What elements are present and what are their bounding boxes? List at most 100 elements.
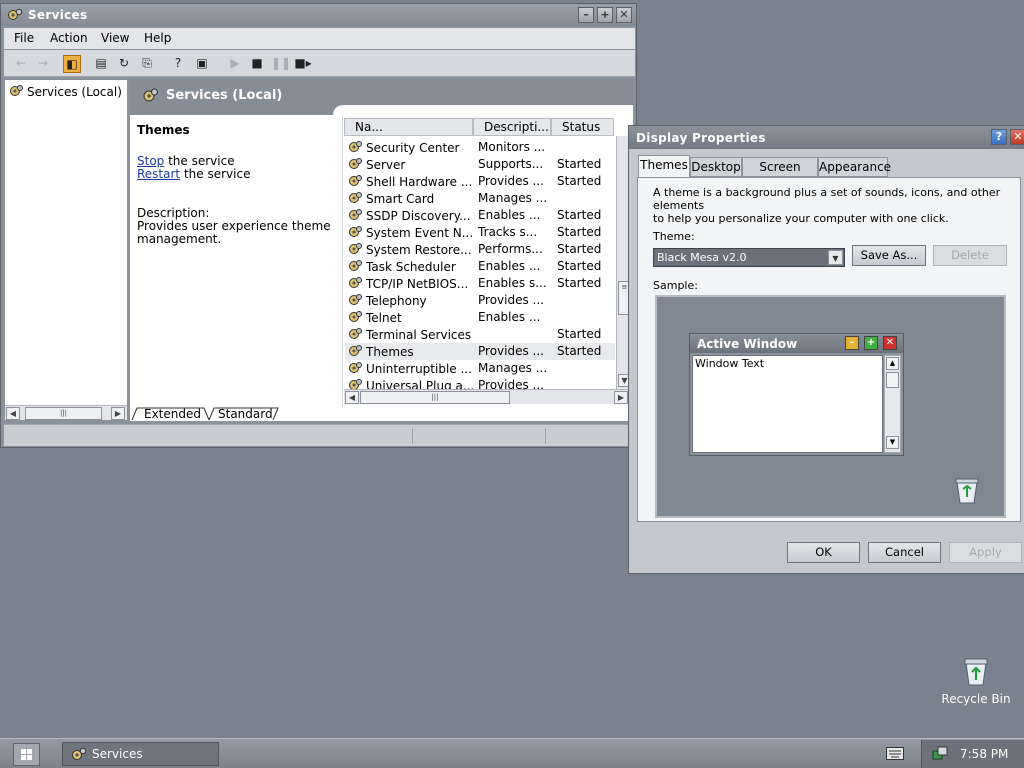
taskbar-services-button[interactable]: Services: [62, 742, 219, 766]
service-description: Enables ...: [478, 259, 541, 273]
service-name-text: Terminal Services: [366, 328, 472, 342]
service-status: Started: [557, 327, 602, 341]
desktop-recycle-bin[interactable]: Recycle Bin: [938, 655, 1014, 706]
display-properties-titlebar[interactable]: Display Properties ? ✕: [629, 126, 1024, 149]
cancel-button[interactable]: Cancel: [868, 542, 941, 563]
help-icon[interactable]: ?: [169, 55, 187, 73]
service-name: Smart Card: [348, 191, 434, 206]
tab-desktop[interactable]: Desktop: [690, 157, 742, 177]
recycle-bin-label: Recycle Bin: [941, 692, 1011, 706]
table-row[interactable]: Shell Hardware ... Provides ... Started: [345, 173, 615, 190]
ok-button[interactable]: OK: [787, 542, 860, 563]
selected-service-name: Themes: [137, 123, 190, 137]
table-row[interactable]: Uninterruptible ... Manages ...: [345, 360, 615, 377]
table-row[interactable]: SSDP Discovery... Enables ... Started: [345, 207, 615, 224]
help-button[interactable]: ?: [991, 129, 1007, 145]
service-description: Performs...: [478, 242, 543, 256]
description-line1: Provides user experience theme: [137, 219, 331, 233]
stop-link[interactable]: Stop: [137, 154, 164, 168]
apply-button[interactable]: Apply: [949, 542, 1022, 563]
chevron-down-icon[interactable]: ▼: [828, 250, 843, 265]
tab-extended[interactable]: Extended: [144, 407, 201, 421]
gear-icon: [349, 345, 362, 356]
gear-icon: [349, 192, 362, 203]
table-row[interactable]: TCP/IP NetBIOS... Enables s... Started: [345, 275, 615, 292]
column-header-description[interactable]: Descripti...: [473, 118, 551, 136]
help-icon: ?: [995, 130, 1003, 143]
service-status: Started: [557, 157, 602, 171]
sample-label: Sample:: [653, 279, 698, 292]
scroll-thumb[interactable]: |||: [25, 407, 102, 420]
pause-service-icon[interactable]: ❚❚: [271, 55, 291, 73]
sample-recycle-bin-icon: [955, 478, 979, 504]
tree-hscroll[interactable]: ◀ ||| ▶: [5, 405, 127, 420]
stop-service-icon[interactable]: ■: [248, 55, 266, 73]
maximize-button[interactable]: +: [597, 7, 613, 23]
tab-standard[interactable]: Standard: [218, 407, 273, 421]
scroll-left-icon[interactable]: ◀: [6, 407, 20, 420]
minimize-button[interactable]: –: [578, 7, 594, 23]
tab-themes[interactable]: Themes: [638, 155, 690, 178]
service-description: Provides ...: [478, 174, 544, 188]
delete-button[interactable]: Delete: [933, 245, 1007, 266]
themes-intro-line2: to help you personalize your computer wi…: [653, 212, 949, 225]
sample-scrollbar: ▲ ▼: [884, 355, 901, 453]
start-service-icon[interactable]: ▶: [226, 55, 244, 73]
service-name: System Event N...: [348, 225, 473, 240]
network-icon[interactable]: [932, 746, 948, 761]
restart-link[interactable]: Restart: [137, 167, 180, 181]
export-list-icon[interactable]: ⎘: [138, 55, 156, 73]
forward-icon[interactable]: →: [34, 55, 52, 73]
service-description: Supports...: [478, 157, 544, 171]
column-header-name[interactable]: Na...: [344, 118, 473, 136]
recycle-bin-icon: [964, 658, 988, 686]
themes-intro-line1: A theme is a background plus a set of so…: [653, 186, 1001, 212]
save-as-button[interactable]: Save As...: [852, 245, 926, 266]
table-row[interactable]: Task Scheduler Enables ... Started: [345, 258, 615, 275]
list-hscroll-thumb[interactable]: |||: [360, 391, 510, 404]
table-row[interactable]: Server Supports... Started: [345, 156, 615, 173]
properties-icon[interactable]: ▤: [92, 55, 110, 73]
console-icon[interactable]: ▣: [193, 55, 211, 73]
theme-sample-preview: Active Window – + ✕ Window Text ▲ ▼: [655, 295, 1006, 518]
column-header-status[interactable]: Status: [551, 118, 614, 136]
tab-screen-saver[interactable]: Screen Saver: [742, 157, 818, 192]
table-row[interactable]: Smart Card Manages ...: [345, 190, 615, 207]
keyboard-icon[interactable]: [886, 747, 904, 760]
table-row[interactable]: Telephony Provides ...: [345, 292, 615, 309]
service-status: Started: [557, 208, 602, 222]
table-row[interactable]: System Restore... Performs... Started: [345, 241, 615, 258]
list-hscroll[interactable]: ◀ ||| ▶: [344, 389, 632, 404]
dp-close-button[interactable]: ✕: [1010, 129, 1024, 145]
tab-appearance[interactable]: Appearance: [818, 157, 891, 177]
service-name-text: Task Scheduler: [366, 260, 456, 274]
service-name: Telnet: [348, 310, 402, 325]
table-row[interactable]: System Event N... Tracks s... Started: [345, 224, 615, 241]
show-hide-tree-icon[interactable]: ◧: [63, 55, 81, 73]
service-name: Server: [348, 157, 405, 172]
service-name: Task Scheduler: [348, 259, 456, 274]
clock[interactable]: 7:58 PM: [960, 747, 1008, 761]
list-scroll-left-icon[interactable]: ◀: [345, 391, 359, 404]
menu-file[interactable]: File: [14, 31, 34, 45]
close-button[interactable]: ✕: [616, 7, 632, 23]
sample-window-client: Window Text: [692, 355, 883, 453]
refresh-icon[interactable]: ↻: [115, 55, 133, 73]
menu-view[interactable]: View: [101, 31, 129, 45]
service-name-text: TCP/IP NetBIOS...: [366, 277, 469, 291]
table-row[interactable]: Themes Provides ... Started: [345, 343, 615, 360]
tree-services-local[interactable]: Services (Local): [9, 84, 122, 99]
start-button[interactable]: [13, 743, 40, 766]
menu-action[interactable]: Action: [50, 31, 88, 45]
list-scroll-right-icon[interactable]: ▶: [614, 391, 628, 404]
theme-select[interactable]: Black Mesa v2.0 ▼: [653, 248, 845, 267]
sample-window-text: Window Text: [695, 357, 765, 370]
scroll-right-icon[interactable]: ▶: [111, 407, 125, 420]
table-row[interactable]: Telnet Enables ...: [345, 309, 615, 326]
services-titlebar[interactable]: Services – + ✕: [1, 4, 636, 26]
menu-help[interactable]: Help: [144, 31, 171, 45]
restart-service-icon[interactable]: ■▸: [294, 55, 312, 73]
table-row[interactable]: Security Center Monitors ...: [345, 139, 615, 156]
table-row[interactable]: Terminal Services Started: [345, 326, 615, 343]
back-icon[interactable]: ←: [12, 55, 30, 73]
